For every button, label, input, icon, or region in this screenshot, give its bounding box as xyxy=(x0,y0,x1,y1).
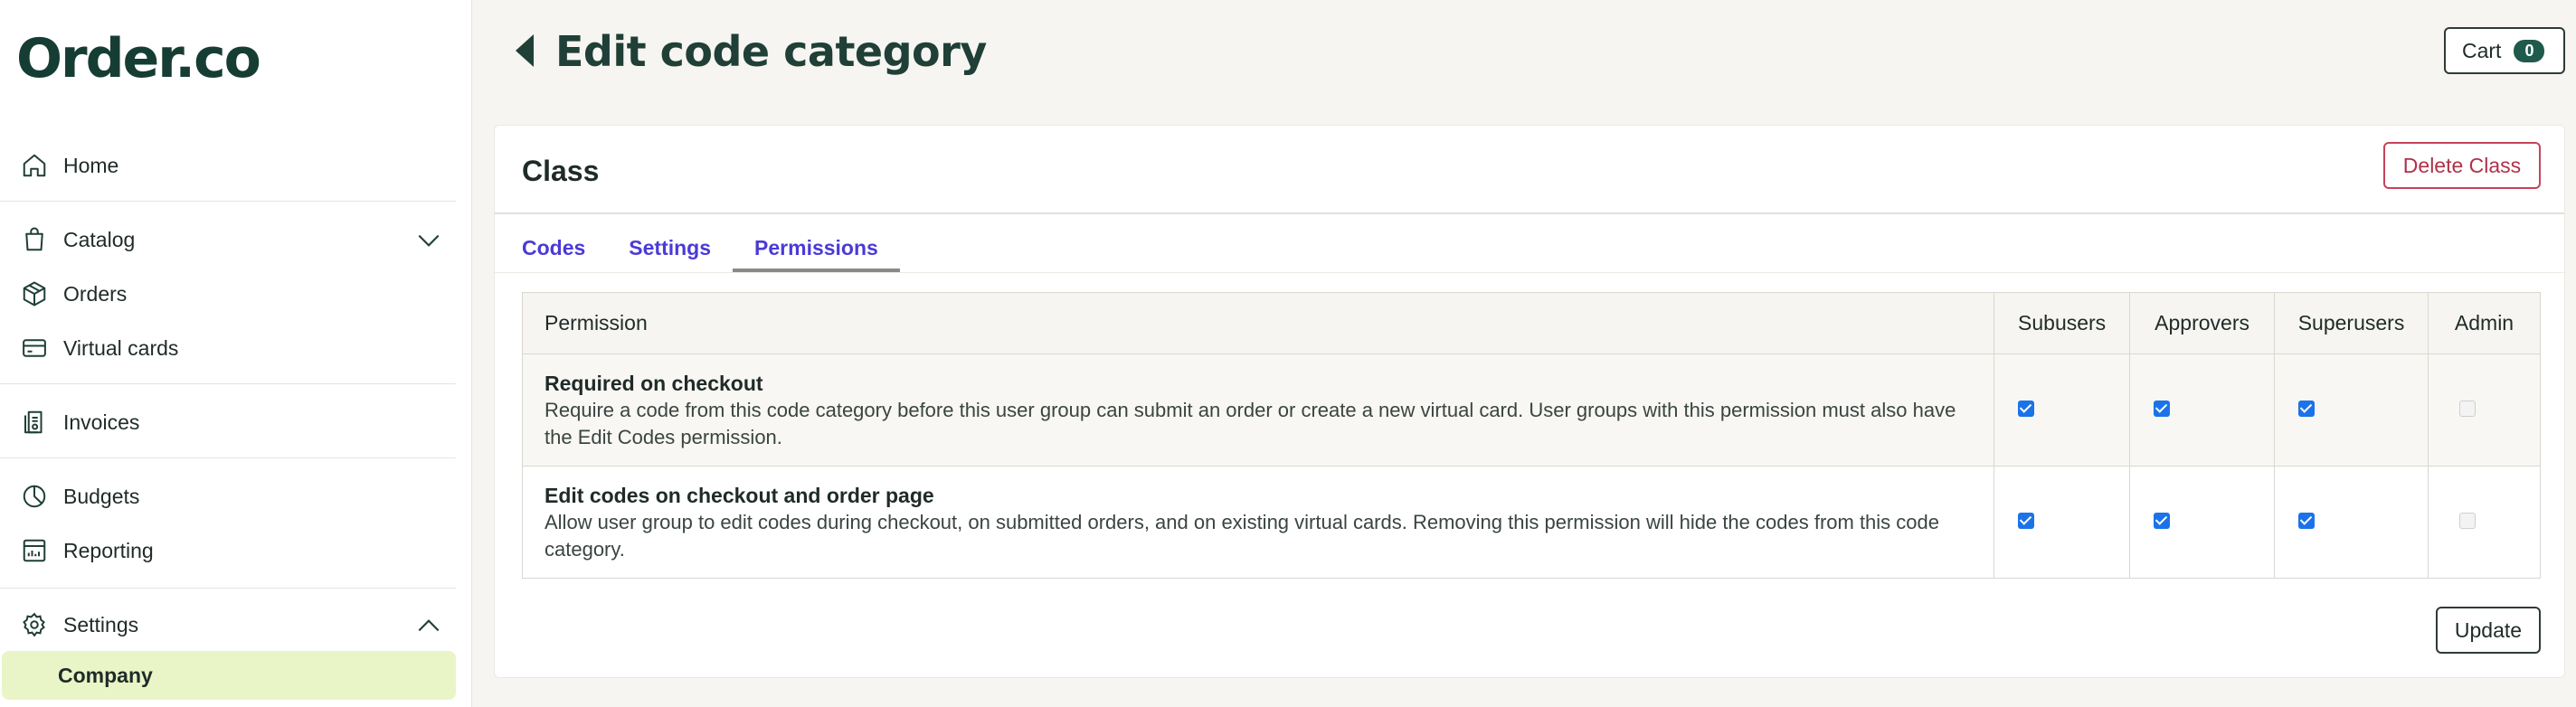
permission-title: Required on checkout xyxy=(545,371,763,395)
table-row: Required on checkout Require a code from… xyxy=(521,354,2541,467)
credit-card-icon xyxy=(18,332,51,364)
approvers-checkbox[interactable] xyxy=(2154,512,2171,529)
pie-chart-icon xyxy=(18,480,51,513)
admin-cell xyxy=(2428,354,2541,467)
brand-logo[interactable]: Order.co xyxy=(16,27,261,90)
sidebar-divider xyxy=(0,383,456,384)
sidebar-divider xyxy=(0,457,456,458)
cart-label: Cart xyxy=(2462,38,2502,62)
sidebar-item-budgets[interactable]: Budgets xyxy=(18,476,456,517)
column-header-approvers: Approvers xyxy=(2129,292,2276,354)
superusers-checkbox[interactable] xyxy=(2298,512,2316,529)
permission-cell: Edit codes on checkout and order page Al… xyxy=(521,466,1995,579)
subusers-checkbox[interactable] xyxy=(2018,512,2035,529)
sidebar-item-virtual-cards[interactable]: Virtual cards xyxy=(18,327,456,369)
sidebar-item-label: Orders xyxy=(63,281,128,306)
sidebar-item-home[interactable]: Home xyxy=(18,145,456,186)
permission-cell: Required on checkout Require a code from… xyxy=(521,354,1995,467)
sidebar-item-label: Invoices xyxy=(63,410,140,434)
admin-checkbox xyxy=(2459,512,2477,529)
sidebar-subitem-company[interactable]: Company xyxy=(2,651,456,700)
column-header-permission: Permission xyxy=(521,292,1995,354)
card-title: Class xyxy=(522,155,600,187)
cart-count-badge: 0 xyxy=(2514,39,2545,62)
admin-cell xyxy=(2428,466,2541,579)
sidebar-item-settings[interactable]: Settings xyxy=(18,604,456,646)
tab-bar: Codes Settings Permissions xyxy=(522,232,943,272)
sidebar: Order.co Home Catalog Orders Virtual car… xyxy=(0,0,472,707)
cart-button[interactable]: Cart 0 xyxy=(2444,27,2565,74)
chevron-down-icon[interactable] xyxy=(414,226,443,255)
back-arrow-icon[interactable] xyxy=(512,33,535,69)
superusers-cell xyxy=(2274,354,2429,467)
sidebar-item-catalog[interactable]: Catalog xyxy=(18,219,456,260)
superusers-checkbox[interactable] xyxy=(2298,400,2316,417)
permission-title: Edit codes on checkout and order page xyxy=(545,483,934,507)
home-icon xyxy=(18,149,51,182)
sidebar-item-label: Settings xyxy=(63,612,139,636)
code-category-card: Class Delete Class Codes Settings Permis… xyxy=(494,125,2565,678)
page-title: Edit code category xyxy=(555,27,987,76)
chevron-up-icon[interactable] xyxy=(414,611,443,640)
permissions-table: Permission Subusers Approvers Superusers… xyxy=(521,292,2541,579)
box-icon xyxy=(18,278,51,310)
sidebar-item-label: Catalog xyxy=(63,227,136,251)
sidebar-item-label: Home xyxy=(63,153,119,177)
approvers-cell xyxy=(2129,466,2276,579)
update-button[interactable]: Update xyxy=(2436,607,2541,654)
permission-description: Allow user group to edit codes during ch… xyxy=(545,510,1939,561)
sidebar-item-label: Reporting xyxy=(63,538,154,562)
column-header-subusers: Subusers xyxy=(1994,292,2131,354)
sidebar-divider xyxy=(0,201,456,202)
approvers-checkbox[interactable] xyxy=(2154,400,2171,417)
shopping-bag-icon xyxy=(18,223,51,256)
sidebar-item-orders[interactable]: Orders xyxy=(18,273,456,315)
sidebar-item-reporting[interactable]: Reporting xyxy=(18,530,456,571)
column-header-superusers: Superusers xyxy=(2274,292,2429,354)
table-header-row: Permission Subusers Approvers Superusers… xyxy=(521,292,2541,354)
card-divider xyxy=(495,212,2564,214)
subusers-cell xyxy=(1994,354,2131,467)
tab-codes[interactable]: Codes xyxy=(522,232,585,272)
approvers-cell xyxy=(2129,354,2276,467)
report-icon xyxy=(18,534,51,567)
gear-icon xyxy=(18,608,51,641)
sidebar-item-invoices[interactable]: Invoices xyxy=(18,401,456,443)
tab-settings[interactable]: Settings xyxy=(629,232,711,272)
permission-description: Require a code from this code category b… xyxy=(545,398,1956,448)
column-header-admin: Admin xyxy=(2428,292,2541,354)
delete-class-button[interactable]: Delete Class xyxy=(2383,142,2541,189)
subusers-checkbox[interactable] xyxy=(2018,400,2035,417)
superusers-cell xyxy=(2274,466,2429,579)
invoice-icon xyxy=(18,406,51,438)
subusers-cell xyxy=(1994,466,2131,579)
sidebar-divider xyxy=(0,588,456,589)
sidebar-item-label: Virtual cards xyxy=(63,335,179,360)
admin-checkbox xyxy=(2459,400,2477,417)
tabs-divider xyxy=(495,272,2564,273)
table-row: Edit codes on checkout and order page Al… xyxy=(521,466,2541,579)
tab-permissions[interactable]: Permissions xyxy=(733,232,900,272)
sidebar-item-label: Budgets xyxy=(63,484,140,508)
